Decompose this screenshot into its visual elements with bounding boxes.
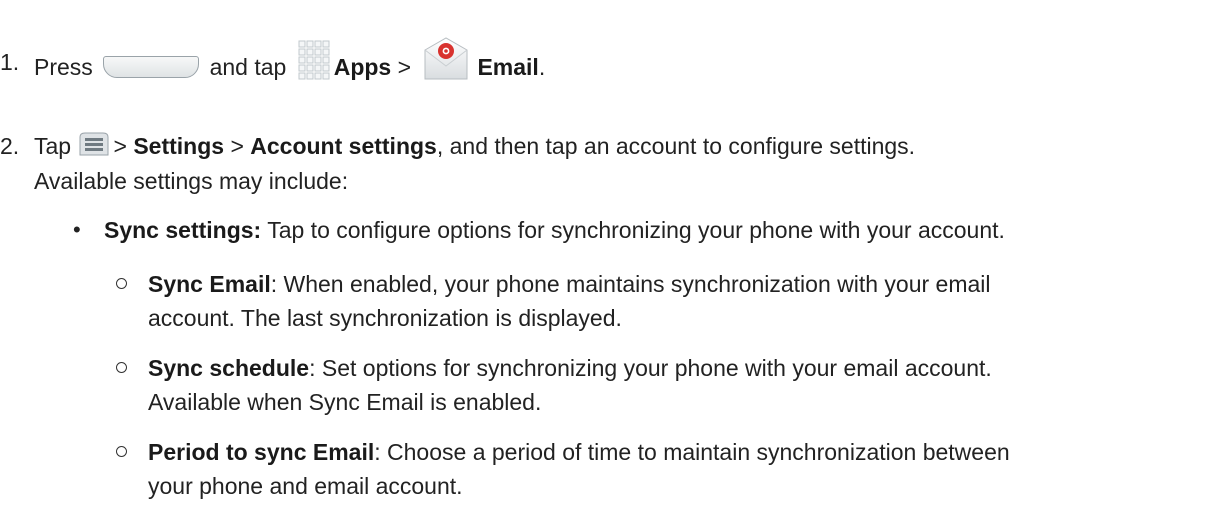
- sync-schedule-text: : Set options for synchronizing your pho…: [309, 355, 992, 381]
- account-settings-label: Account settings: [250, 133, 437, 159]
- bullet-marker: •: [73, 217, 81, 242]
- sync-schedule-item: Sync schedule: Set options for synchroni…: [148, 352, 992, 384]
- sync-email-title: Sync Email: [148, 271, 271, 297]
- period-to-sync-email-text: : Choose a period of time to maintain sy…: [374, 439, 1010, 465]
- apps-label: Apps: [333, 54, 392, 81]
- sync-email-item: Sync Email: When enabled, your phone mai…: [148, 268, 991, 300]
- step-2-separator-2: >: [230, 133, 244, 159]
- sync-schedule-text-line-2: Available when Sync Email is enabled.: [148, 389, 542, 415]
- sync-settings-text: Tap to configure options for synchronizi…: [267, 217, 1005, 243]
- step-1-press: Press: [34, 54, 93, 81]
- email-label: Email: [477, 54, 539, 81]
- step-number-2: 2.: [0, 133, 20, 159]
- sync-email-text: : When enabled, your phone maintains syn…: [270, 271, 991, 297]
- circle-bullet: [116, 362, 127, 373]
- apps-grid-icon: [297, 40, 331, 82]
- circle-bullet: [116, 446, 127, 457]
- sync-email-text-line-2: account. The last synchronization is dis…: [148, 305, 622, 331]
- step-2-line-2: Available settings may include:: [34, 168, 349, 194]
- circle-bullet: [116, 278, 127, 289]
- step-2-rest: , and then tap an account to configure s…: [436, 133, 916, 159]
- step-1: Press and tap Apps > Email.: [34, 37, 546, 92]
- period-to-sync-email-item: Period to sync Email: Choose a period of…: [148, 436, 1010, 468]
- step-2-tap: Tap: [34, 133, 72, 159]
- step-2: Tap > Settings > Account settings, and t…: [34, 130, 915, 162]
- period-to-sync-email-text-line-2: your phone and email account.: [148, 473, 463, 499]
- sync-schedule-title: Sync schedule: [148, 355, 310, 381]
- step-1-end: .: [538, 54, 546, 81]
- settings-label: Settings: [133, 133, 225, 159]
- step-1-and-tap: and tap: [209, 54, 287, 81]
- sync-settings-title: Sync settings:: [104, 217, 262, 243]
- home-key-icon: [103, 56, 200, 78]
- step-number-1: 1.: [0, 49, 20, 75]
- period-to-sync-email-title: Period to sync Email: [148, 439, 375, 465]
- step-2-separator-1: >: [113, 133, 127, 159]
- email-app-icon: [421, 36, 471, 82]
- step-1-separator: >: [397, 54, 412, 81]
- menu-key-icon: [79, 131, 109, 157]
- sync-settings-item: Sync settings: Tap to configure options …: [104, 214, 1005, 246]
